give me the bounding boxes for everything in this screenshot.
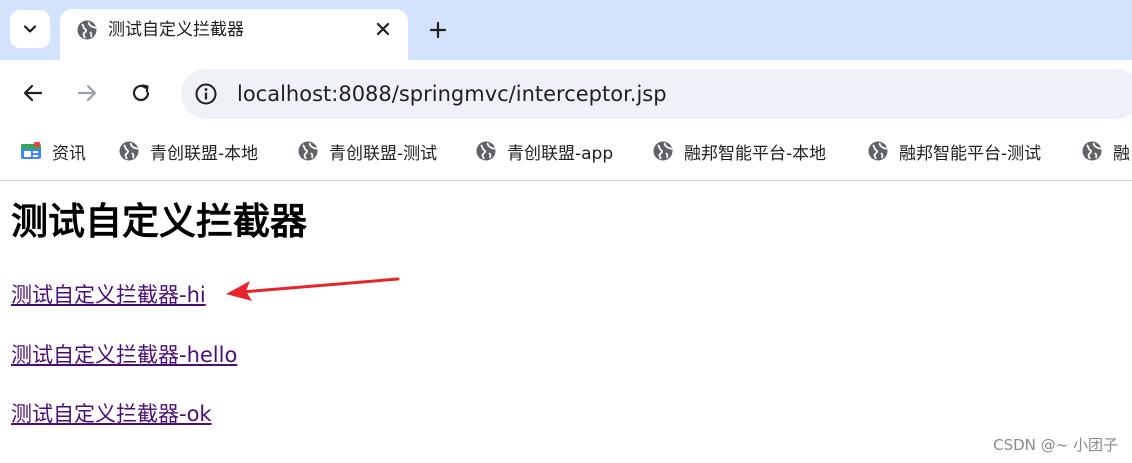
address-bar[interactable]: localhost:8088/springmvc/interceptor.jsp	[181, 69, 1132, 119]
bookmark-label: 青创联盟-app	[507, 143, 614, 164]
link-interceptor-hi[interactable]: 测试自定义拦截器-hi	[11, 281, 206, 309]
bookmark-label: 融	[1113, 143, 1130, 164]
forward-button[interactable]	[72, 78, 102, 108]
close-icon	[376, 22, 390, 36]
plus-icon	[429, 21, 447, 39]
bookmark-label: 资讯	[52, 143, 86, 164]
tab-strip: 测试自定义拦截器	[0, 0, 1132, 61]
page-title: 测试自定义拦截器	[11, 200, 307, 243]
bookmark-item[interactable]: 青创联盟-app	[475, 138, 613, 164]
bookmark-label: 青创联盟-测试	[329, 143, 438, 164]
globe-icon	[1081, 140, 1103, 162]
bookmark-label: 融邦智能平台-本地	[684, 143, 827, 164]
globe-icon	[867, 140, 889, 162]
bookmark-item[interactable]: 青创联盟-本地	[118, 138, 258, 164]
new-tab-button[interactable]	[424, 16, 452, 44]
bookmark-label: 青创联盟-本地	[150, 143, 259, 164]
globe-icon	[77, 20, 97, 40]
watermark: CSDN @~ 小团子	[993, 436, 1118, 454]
site-info-button[interactable]	[193, 81, 219, 107]
reload-icon	[132, 84, 150, 102]
page-content: 测试自定义拦截器 测试自定义拦截器-hi 测试自定义拦截器-hello 测试自定…	[0, 181, 1132, 463]
url-text[interactable]: localhost:8088/springmvc/interceptor.jsp	[237, 81, 667, 107]
info-icon	[195, 83, 217, 105]
globe-icon	[652, 140, 674, 162]
bookmark-item[interactable]: 融邦智能平台-本地	[652, 138, 826, 164]
globe-icon	[297, 140, 319, 162]
back-button[interactable]	[18, 78, 48, 108]
bookmarks-bar: 资讯 青创联盟-本地 青创联盟-测试 青创联盟-app 融邦智能平台-本地 融邦…	[0, 122, 1132, 181]
close-tab-button[interactable]	[372, 18, 394, 40]
bookmark-item[interactable]: 融邦智能平台-测试	[867, 138, 1041, 164]
browser-toolbar: localhost:8088/springmvc/interceptor.jsp	[0, 60, 1132, 122]
link-interceptor-ok[interactable]: 测试自定义拦截器-ok	[11, 400, 212, 428]
link-interceptor-hello[interactable]: 测试自定义拦截器-hello	[11, 341, 237, 369]
globe-icon	[118, 140, 140, 162]
news-icon	[20, 140, 42, 162]
reload-button[interactable]	[126, 78, 156, 108]
bookmark-item[interactable]: 青创联盟-测试	[297, 138, 437, 164]
back-arrow-icon	[23, 84, 43, 102]
annotation-arrow	[226, 277, 400, 301]
chevron-down-icon	[23, 25, 37, 33]
bookmark-label: 融邦智能平台-测试	[899, 143, 1042, 164]
globe-icon	[475, 140, 497, 162]
forward-arrow-icon	[77, 84, 97, 102]
tab-title: 测试自定义拦截器	[108, 20, 244, 40]
active-tab[interactable]: 测试自定义拦截器	[60, 9, 408, 61]
bookmark-item[interactable]: 资讯	[20, 138, 86, 164]
tab-search-button[interactable]	[10, 10, 50, 48]
bookmark-item[interactable]: 融	[1081, 138, 1130, 164]
